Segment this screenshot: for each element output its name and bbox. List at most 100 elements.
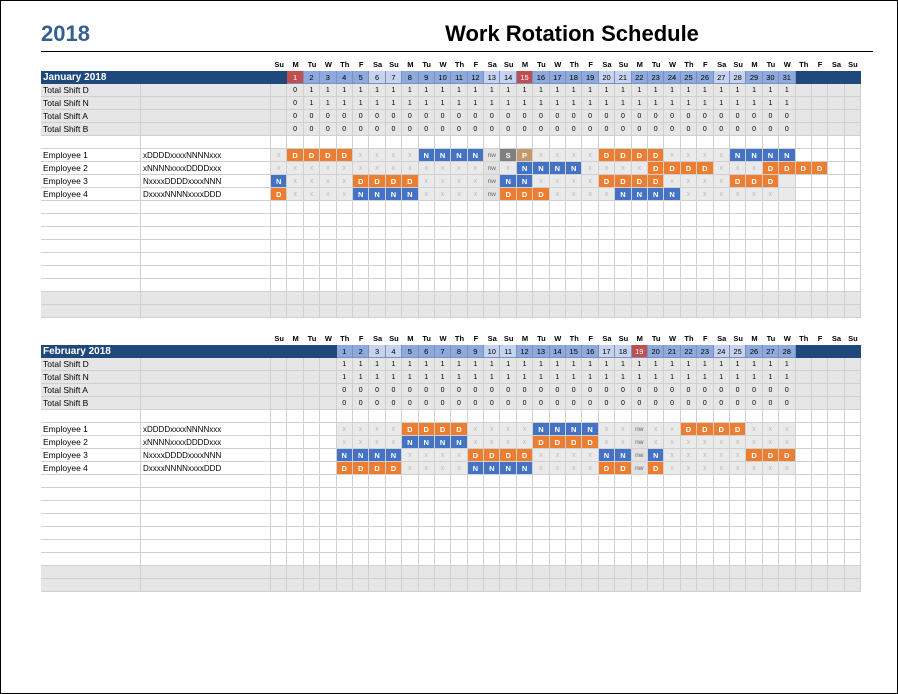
shift-cell: x [550, 462, 566, 475]
shift-cell: x [550, 175, 566, 188]
employee-row: Employee 4DxxxxNNNNxxxxDDDDxxxxNNNNxxxxn… [41, 188, 873, 201]
shift-cell: x [287, 175, 303, 188]
shift-cell: N [582, 423, 598, 436]
shift-cell: x [337, 188, 353, 201]
shift-cell: x [320, 162, 336, 175]
shift-cell: x [550, 188, 566, 201]
day-number: 28 [779, 345, 795, 358]
shift-cell: S [500, 149, 516, 162]
shift-cell: x [566, 449, 582, 462]
day-number: 30 [763, 71, 779, 84]
shift-cell: x [566, 462, 582, 475]
shift-cell: x [648, 423, 664, 436]
shift-cell: x [320, 188, 336, 201]
shift-cell: x [337, 436, 353, 449]
shift-cell: x [763, 423, 779, 436]
shift-cell: x [763, 188, 779, 201]
shift-cell: x [304, 162, 320, 175]
shift-cell: x [714, 462, 730, 475]
day-number: 23 [697, 345, 713, 358]
shift-cell: x [517, 436, 533, 449]
shift-cell: x [468, 188, 484, 201]
day-number: 19 [632, 345, 648, 358]
shift-cell: x [697, 462, 713, 475]
shift-cell: x [566, 188, 582, 201]
shift-cell: N [402, 188, 418, 201]
shift-cell: x [533, 449, 549, 462]
shift-cell: x [730, 188, 746, 201]
shift-cell: x [746, 436, 762, 449]
shift-cell: nw [484, 175, 500, 188]
shift-cell: D [353, 462, 369, 475]
employee-row: Employee 2xNNNNxxxxDDDDxxxxxxxNNNNxxxxDD… [41, 436, 873, 449]
shift-cell: D [730, 423, 746, 436]
shift-cell: x [533, 175, 549, 188]
shift-cell: x [697, 149, 713, 162]
shift-cell: N [648, 188, 664, 201]
employee-name: Employee 1 [41, 149, 141, 162]
shift-cell: x [779, 462, 795, 475]
shift-cell: x [353, 149, 369, 162]
shift-cell: D [500, 449, 516, 462]
day-number: 1 [337, 345, 353, 358]
day-number: 27 [763, 345, 779, 358]
shift-cell: N [599, 449, 615, 462]
shift-cell: D [746, 449, 762, 462]
day-number: 22 [681, 345, 697, 358]
day-number: 20 [648, 345, 664, 358]
shift-cell: N [615, 188, 631, 201]
shift-cell: nw [632, 449, 648, 462]
day-number: 21 [664, 345, 680, 358]
shift-cell: N [517, 162, 533, 175]
day-number: 17 [550, 71, 566, 84]
shift-cell: x [664, 449, 680, 462]
shift-cell: D [779, 449, 795, 462]
shift-cell: x [386, 162, 402, 175]
shift-cell: x [419, 162, 435, 175]
day-number: 14 [500, 71, 516, 84]
shift-cell: x [419, 462, 435, 475]
day-number: 13 [484, 71, 500, 84]
shift-cell: x [271, 162, 287, 175]
shift-cell: D [812, 162, 828, 175]
shift-cell: D [468, 449, 484, 462]
shift-cell: x [386, 149, 402, 162]
shift-cell: x [419, 188, 435, 201]
employee-name: Employee 2 [41, 436, 141, 449]
shift-cell: x [386, 436, 402, 449]
shift-cell: D [746, 175, 762, 188]
dow-row: SuMTuWThFSaSuMTuWThFSaSuMTuWThFSaSuMTuWT… [41, 58, 873, 71]
shift-cell: N [386, 449, 402, 462]
shift-cell: x [746, 162, 762, 175]
day-number: 9 [468, 345, 484, 358]
shift-cell: x [500, 162, 516, 175]
shift-cell: D [779, 162, 795, 175]
shift-cell: x [484, 423, 500, 436]
employee-row: Employee 4DxxxxNNNNxxxxDDDDDDDxxxxNNNNxx… [41, 462, 873, 475]
month-block: SuMTuWThFSaSuMTuWThFSaSuMTuWThFSaSuMTuWT… [41, 332, 873, 592]
shift-cell: x [304, 188, 320, 201]
shift-cell: x [287, 162, 303, 175]
day-number: 3 [369, 345, 385, 358]
shift-cell: x [664, 462, 680, 475]
shift-cell: x [451, 462, 467, 475]
shift-cell: x [468, 162, 484, 175]
day-number: 11 [500, 345, 516, 358]
day-number: 13 [533, 345, 549, 358]
shift-cell: N [484, 462, 500, 475]
month-name: February 2018 [41, 345, 141, 358]
shift-cell: x [714, 162, 730, 175]
shift-cell: D [796, 162, 812, 175]
shift-cell: x [730, 462, 746, 475]
day-number: 1 [287, 71, 303, 84]
shift-cell: x [779, 436, 795, 449]
shift-cell: N [566, 423, 582, 436]
day-number: 12 [517, 345, 533, 358]
shift-cell: D [435, 423, 451, 436]
shift-cell: x [697, 436, 713, 449]
day-number: 2 [304, 71, 320, 84]
day-number: 9 [419, 71, 435, 84]
day-number: 11 [451, 71, 467, 84]
month-header-row: February 2018123456789101112131415161718… [41, 345, 873, 358]
day-number: 14 [550, 345, 566, 358]
